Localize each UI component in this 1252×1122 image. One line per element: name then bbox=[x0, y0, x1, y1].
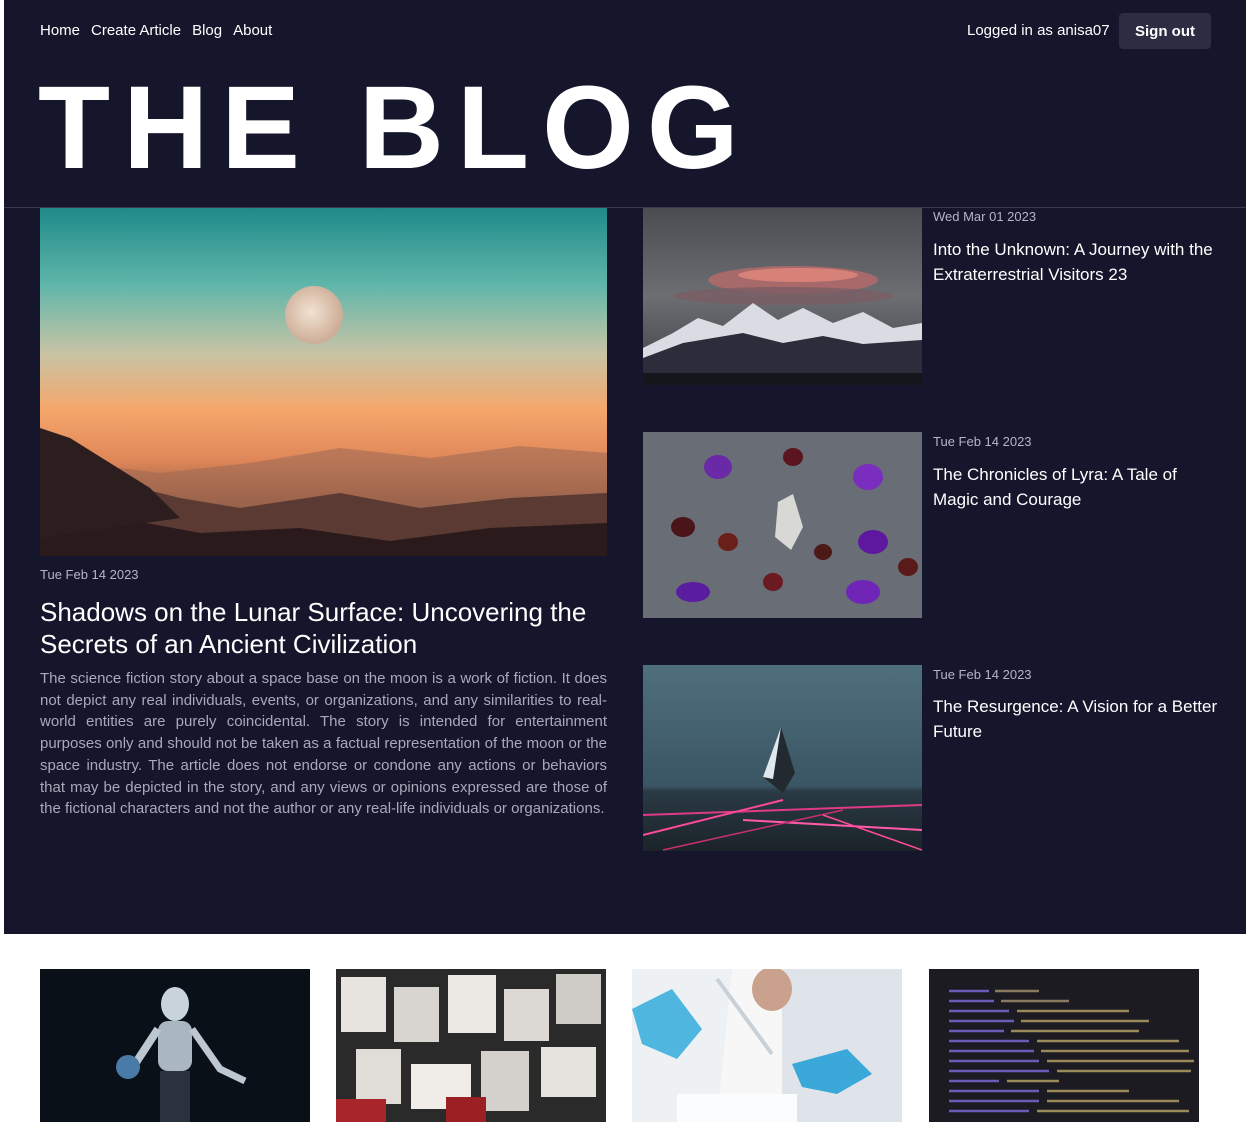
main-nav: Home Create Article Blog About bbox=[40, 22, 272, 39]
article-title-link[interactable]: Into the Unknown: A Journey with the Ext… bbox=[933, 237, 1223, 287]
featured-article-image[interactable] bbox=[40, 208, 607, 556]
article-image-into-the-unknown[interactable] bbox=[643, 208, 922, 385]
featured-article-date: Tue Feb 14 2023 bbox=[40, 567, 139, 582]
featured-article-excerpt: The science fiction story about a space … bbox=[40, 670, 607, 818]
grid-article-image-code[interactable] bbox=[929, 969, 1199, 1122]
article-image-chronicles-of-lyra[interactable] bbox=[643, 432, 922, 618]
grid-article-image-lab[interactable] bbox=[632, 969, 902, 1122]
article-title-link[interactable]: The Chronicles of Lyra: A Tale of Magic … bbox=[933, 462, 1223, 512]
sign-out-button[interactable]: Sign out bbox=[1119, 13, 1211, 49]
article-image-the-resurgence[interactable] bbox=[643, 665, 922, 851]
nav-blog-link[interactable]: Blog bbox=[192, 22, 222, 39]
grid-article-image-portraits[interactable] bbox=[336, 969, 606, 1122]
article-date: Wed Mar 01 2023 bbox=[933, 209, 1037, 224]
page-title: THE BLOG bbox=[38, 62, 752, 194]
nav-home-link[interactable]: Home bbox=[40, 22, 80, 39]
nav-create-article-link[interactable]: Create Article bbox=[91, 22, 181, 39]
article-date: Tue Feb 14 2023 bbox=[933, 667, 1032, 682]
article-date: Tue Feb 14 2023 bbox=[933, 434, 1032, 449]
nav-about-link[interactable]: About bbox=[233, 22, 272, 39]
featured-article-title[interactable]: Shadows on the Lunar Surface: Uncovering… bbox=[40, 596, 607, 660]
article-title-link[interactable]: The Resurgence: A Vision for a Better Fu… bbox=[933, 694, 1223, 744]
logged-in-user-label: Logged in as anisa07 bbox=[967, 22, 1110, 39]
grid-article-image-robot[interactable] bbox=[40, 969, 310, 1122]
